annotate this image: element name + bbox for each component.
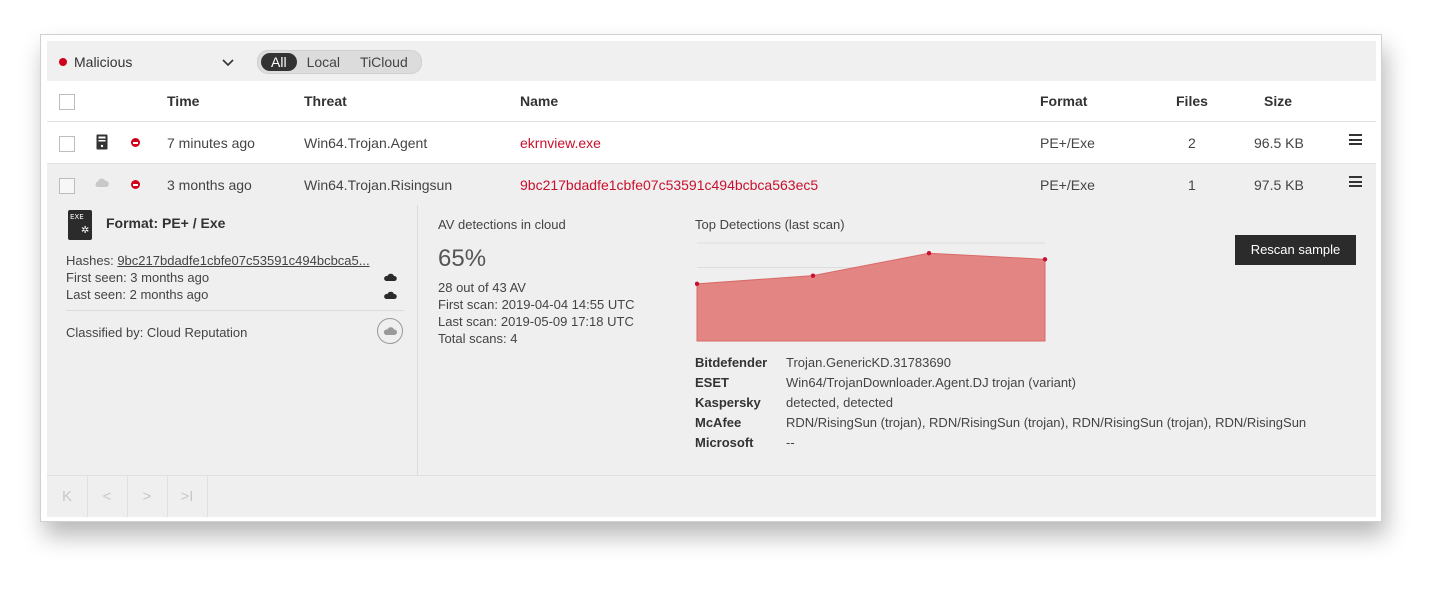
device-icon: [96, 134, 108, 150]
row-name-link[interactable]: ekrnview.exe: [520, 135, 601, 151]
engine-result: RDN/RisingSun (trojan), RDN/RisingSun (t…: [786, 415, 1307, 430]
samples-panel: Malicious All Local TiCloud Time Threat …: [47, 41, 1376, 517]
row-menu-icon[interactable]: [1349, 134, 1362, 145]
hash-link[interactable]: 9bc217bdadfe1cbfe07c53591c494bcbca5...: [117, 253, 369, 268]
column-header-size[interactable]: Size: [1264, 93, 1292, 109]
row-menu-icon[interactable]: [1349, 176, 1362, 187]
cloud-icon: [384, 273, 397, 281]
format-title: Format: PE+ / Exe: [106, 215, 226, 231]
column-header-threat[interactable]: Threat: [304, 93, 347, 109]
filter-bar: Malicious All Local TiCloud: [47, 41, 1376, 81]
row-size: 96.5 KB: [1254, 135, 1304, 151]
engine-name: Bitdefender: [695, 355, 768, 370]
next-page-button[interactable]: >: [127, 476, 168, 517]
column-header-files[interactable]: Files: [1176, 93, 1208, 109]
row-checkbox[interactable]: [59, 136, 75, 152]
classified-by: Classified by: Cloud Reputation: [66, 325, 248, 340]
chevron-down-icon: [222, 59, 234, 67]
column-header-name[interactable]: Name: [520, 93, 558, 109]
malicious-status-icon: [131, 138, 140, 147]
table-row-selected[interactable]: 3 months ago Win64.Trojan.Risingsun 9bc2…: [47, 164, 1376, 205]
cloud-icon: [384, 291, 397, 299]
pagination: K < > >I: [47, 475, 1376, 517]
row-files: 2: [1188, 135, 1196, 151]
first-page-button[interactable]: K: [47, 476, 88, 517]
malicious-status-dot: [59, 58, 67, 66]
av-detection-percent: 65%: [438, 245, 487, 272]
table-header: Time Threat Name Format Files Size: [47, 81, 1376, 122]
engine-result: Trojan.GenericKD.31783690: [786, 355, 952, 370]
scope-tab-local[interactable]: Local: [297, 53, 350, 71]
row-files: 1: [1188, 177, 1196, 193]
sample-detail-panel: EXE ✲ Format: PE+ / Exe Hashes: 9bc217bd…: [47, 205, 1376, 475]
row-format: PE+/Exe: [1040, 177, 1095, 193]
first-seen: First seen: 3 months ago: [66, 270, 210, 285]
cloud-icon: [95, 178, 109, 187]
last-page-button[interactable]: >I: [167, 476, 208, 517]
scope-segmented-control: All Local TiCloud: [257, 50, 422, 74]
row-size: 97.5 KB: [1254, 177, 1304, 193]
chart-point[interactable]: [926, 251, 932, 256]
row-name-link[interactable]: 9bc217bdadfe1cbfe07c53591c494bcbca563ec5: [520, 177, 818, 193]
cloud-reputation-icon: [377, 318, 403, 344]
row-time: 3 months ago: [167, 177, 252, 193]
last-seen: Last seen: 2 months ago: [66, 287, 209, 302]
engine-name: McAfee: [695, 415, 742, 430]
rescan-sample-button[interactable]: Rescan sample: [1235, 235, 1356, 265]
scope-tab-all[interactable]: All: [261, 53, 297, 71]
status-filter-dropdown[interactable]: Malicious: [59, 51, 239, 73]
top-detections-title: Top Detections (last scan): [695, 217, 845, 232]
av-detections: AV detections in cloud 65% 28 out of 43 …: [438, 205, 688, 475]
top-detections: Top Detections (last scan) Rescan sample…: [695, 205, 1376, 475]
scope-tab-ticloud[interactable]: TiCloud: [350, 53, 418, 71]
chart-point[interactable]: [695, 281, 700, 287]
first-scan: First scan: 2019-04-04 14:55 UTC: [438, 297, 635, 312]
total-scans: Total scans: 4: [438, 331, 518, 346]
av-count: 28 out of 43 AV: [438, 280, 526, 295]
prev-page-button[interactable]: <: [87, 476, 128, 517]
engine-name: Kaspersky: [695, 395, 761, 410]
select-all-checkbox[interactable]: [59, 94, 75, 110]
sample-summary: EXE ✲ Format: PE+ / Exe Hashes: 9bc217bd…: [47, 205, 418, 475]
row-format: PE+/Exe: [1040, 135, 1095, 151]
chart-point[interactable]: [810, 273, 816, 278]
av-detections-title: AV detections in cloud: [438, 217, 566, 232]
divider: [66, 310, 404, 311]
status-filter-label: Malicious: [74, 54, 133, 70]
engine-name: ESET: [695, 375, 729, 390]
column-header-format[interactable]: Format: [1040, 93, 1087, 109]
engine-result: Win64/TrojanDownloader.Agent.DJ trojan (…: [786, 375, 1076, 390]
engine-result: detected, detected: [786, 395, 893, 410]
engine-name: Microsoft: [695, 435, 754, 450]
row-time: 7 minutes ago: [167, 135, 255, 151]
chart-area: [696, 252, 1046, 342]
row-checkbox[interactable]: [59, 178, 75, 194]
exe-file-icon: EXE ✲: [68, 210, 92, 240]
row-threat: Win64.Trojan.Risingsun: [304, 177, 453, 193]
chart-point[interactable]: [1042, 257, 1048, 262]
row-threat: Win64.Trojan.Agent: [304, 135, 428, 151]
engine-result: --: [786, 435, 795, 450]
column-header-time[interactable]: Time: [167, 93, 199, 109]
table-row[interactable]: 7 minutes ago Win64.Trojan.Agent ekrnvie…: [47, 122, 1376, 164]
app-window: Malicious All Local TiCloud Time Threat …: [40, 34, 1382, 522]
last-scan: Last scan: 2019-05-09 17:18 UTC: [438, 314, 634, 329]
detections-area-chart: [695, 242, 1048, 342]
hashes-row: Hashes: 9bc217bdadfe1cbfe07c53591c494bcb…: [66, 253, 370, 268]
malicious-status-icon: [131, 180, 140, 189]
